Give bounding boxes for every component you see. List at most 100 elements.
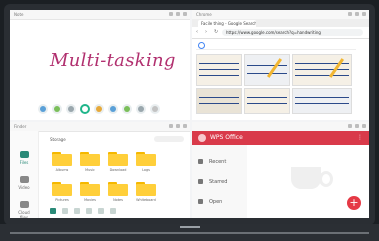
window-controls [169, 124, 187, 128]
window-title: Note [14, 12, 24, 17]
document-icon[interactable] [62, 208, 68, 214]
redo-icon[interactable] [122, 104, 132, 114]
device-bottom-frame [0, 224, 379, 241]
brand-logo [180, 226, 200, 228]
sidebar-item-label: Files [19, 160, 29, 165]
window-title: Chrome [196, 12, 212, 17]
cloud-icon [19, 201, 29, 208]
file-manager-window: Finder Files Video Cloud files Storage A… [10, 122, 190, 218]
search-icon [198, 42, 205, 49]
browser-tab[interactable]: Facile thing - Google Search [198, 20, 256, 27]
folder-icon [198, 199, 203, 204]
sidebar-item-label: Cloud files [18, 210, 30, 218]
search-input[interactable] [154, 136, 184, 142]
pen-icon[interactable] [38, 104, 48, 114]
image-icon[interactable] [74, 208, 80, 214]
app-title: WPS Office [210, 134, 243, 141]
more-icon[interactable] [110, 208, 116, 214]
image-result[interactable] [292, 54, 352, 86]
more-icon[interactable] [150, 104, 160, 114]
maximize-icon[interactable] [176, 124, 180, 128]
folder-item[interactable]: Notes [108, 182, 128, 202]
sidebar-item-label: Video [18, 185, 30, 190]
minimize-icon[interactable] [169, 12, 173, 16]
folder-name: Music [85, 168, 95, 172]
home-icon[interactable] [50, 208, 56, 214]
video-icon[interactable] [98, 208, 104, 214]
nav-buttons: ‹ › ↻ [196, 30, 219, 35]
nav-item-open[interactable]: Open [198, 199, 222, 205]
address-bar[interactable]: https://www.google.com/search?q=handwrit… [222, 29, 363, 36]
file-sidebar: Files Video Cloud files [10, 131, 39, 218]
image-result[interactable] [244, 88, 290, 114]
browser-tabbar: Facile thing - Google Search [192, 19, 369, 27]
avatar[interactable] [198, 134, 206, 142]
image-result[interactable] [292, 88, 352, 114]
folder-name: Logs [142, 168, 150, 172]
insert-icon[interactable] [136, 104, 146, 114]
screen: Note Multi-tasking Chrome Facile thing -… [10, 10, 369, 218]
display-device: Note Multi-tasking Chrome Facile thing -… [0, 0, 379, 241]
folder-item[interactable]: Whiteboard [136, 182, 156, 202]
close-icon[interactable] [362, 124, 366, 128]
maximize-icon[interactable] [176, 12, 180, 16]
folder-item[interactable]: Logs [136, 152, 156, 172]
empty-state-cup-handle [319, 171, 333, 187]
nav-item-label: Starred [209, 179, 228, 185]
nav-item-label: Recent [209, 159, 227, 165]
marker-icon[interactable] [52, 104, 62, 114]
folder-name: Whiteboard [136, 198, 156, 202]
reload-icon[interactable]: ↻ [214, 30, 219, 35]
eraser-icon[interactable] [66, 104, 76, 114]
maximize-icon[interactable] [355, 12, 359, 16]
image-result[interactable] [196, 54, 242, 86]
nav-item-starred[interactable]: Starred [198, 179, 227, 185]
image-result[interactable] [196, 88, 242, 114]
folder-name: Download [109, 168, 127, 172]
undo-icon[interactable] [108, 104, 118, 114]
folder-grid: Albums Music Download Logs Pictures Movi… [48, 152, 178, 207]
back-icon[interactable]: ‹ [196, 30, 201, 35]
wps-app-bar: WPS Office ⋮ [192, 131, 369, 145]
shape-icon[interactable] [94, 104, 104, 114]
forward-icon[interactable]: › [205, 30, 210, 35]
window-controls [348, 12, 366, 16]
star-icon [198, 179, 203, 184]
folder-name: Pictures [55, 198, 69, 202]
close-icon[interactable] [362, 12, 366, 16]
folder-item[interactable]: Download [108, 152, 128, 172]
select-icon[interactable] [80, 104, 90, 114]
section-label: Storage [50, 137, 66, 142]
folder-item[interactable]: Albums [52, 152, 72, 172]
image-results [196, 54, 366, 114]
window-controls [348, 124, 366, 128]
window-title: Finder [14, 124, 27, 129]
search-results-bar [196, 41, 356, 50]
whiteboard-toolbar [38, 102, 173, 116]
folder-item[interactable]: Movies [80, 182, 100, 202]
window-controls [169, 12, 187, 16]
folder-item[interactable]: Pictures [52, 182, 72, 202]
sidebar-item-cloud[interactable]: Cloud files [15, 201, 33, 218]
sidebar-item-video[interactable]: Video [15, 176, 33, 190]
minimize-icon[interactable] [169, 124, 173, 128]
add-button[interactable]: + [347, 196, 361, 210]
close-icon[interactable] [183, 124, 187, 128]
nav-item-recent[interactable]: Recent [198, 159, 226, 165]
music-icon[interactable] [86, 208, 92, 214]
more-icon[interactable]: ⋮ [357, 134, 363, 141]
wps-office-window: WPS Office ⋮ Recent Starred Open + [192, 122, 369, 218]
image-result[interactable] [244, 54, 290, 86]
clock-icon [198, 159, 203, 164]
close-icon[interactable] [183, 12, 187, 16]
video-icon [19, 176, 29, 183]
folder-name: Movies [84, 198, 96, 202]
file-dock [50, 208, 116, 214]
minimize-icon[interactable] [348, 124, 352, 128]
empty-state-cup-icon [291, 167, 321, 189]
minimize-icon[interactable] [348, 12, 352, 16]
folder-item[interactable]: Music [80, 152, 100, 172]
sidebar-item-files[interactable]: Files [15, 151, 33, 165]
folder-icon [19, 151, 29, 158]
maximize-icon[interactable] [355, 124, 359, 128]
